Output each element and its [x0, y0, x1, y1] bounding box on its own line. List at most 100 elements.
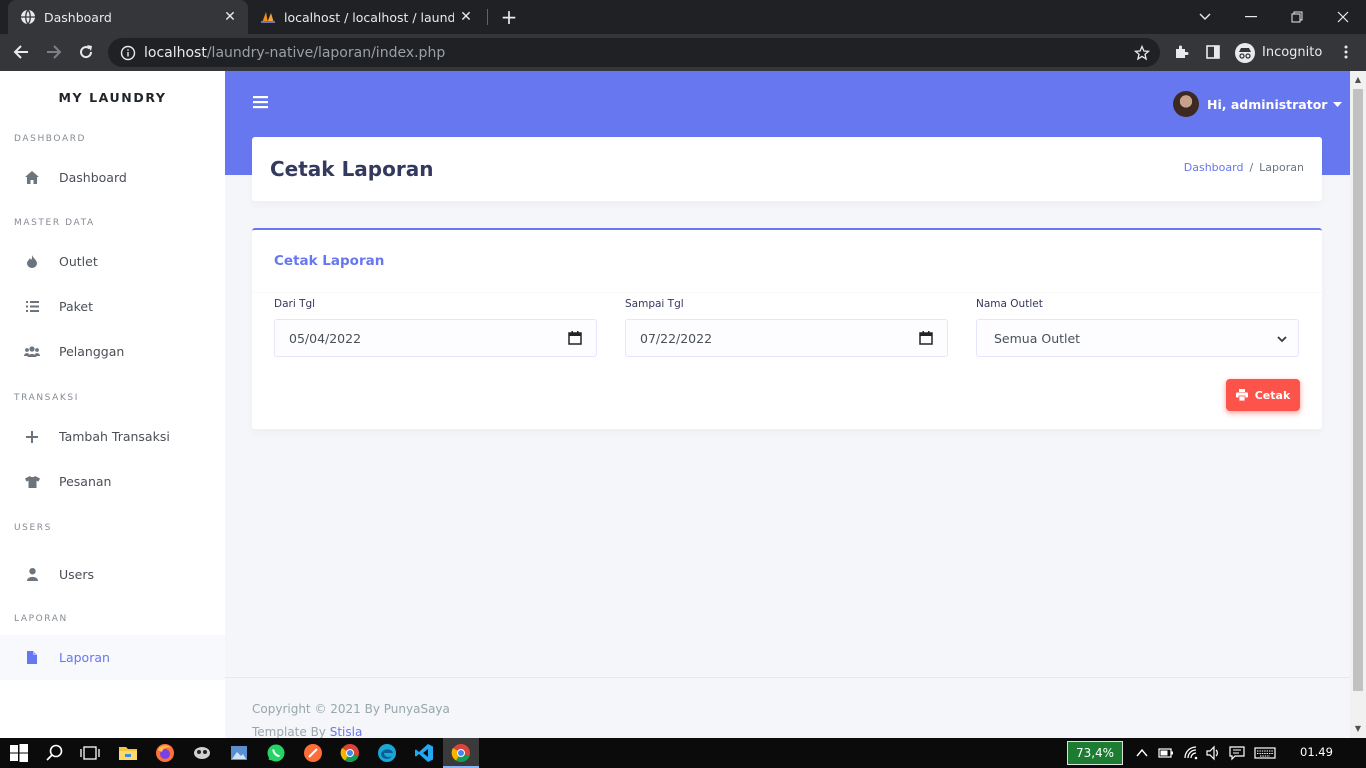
sidebar-item-label: Laporan	[59, 650, 110, 665]
stisla-link[interactable]: Stisla	[330, 725, 363, 738]
chat-bubble-icon[interactable]	[1229, 745, 1245, 761]
restore-button[interactable]	[1274, 0, 1320, 34]
app-mask-icon[interactable]	[192, 743, 212, 763]
print-label: Cetak	[1254, 388, 1291, 402]
footer: Copyright © 2021 By PunyaSaya Template B…	[225, 677, 1350, 738]
vscode-icon[interactable]	[414, 743, 434, 763]
sidebar-item-users[interactable]: Users	[0, 552, 225, 597]
user-dropdown[interactable]: Hi, administrator	[1173, 91, 1343, 117]
star-icon[interactable]	[1134, 45, 1150, 61]
file-icon	[24, 650, 40, 666]
minimize-button[interactable]	[1228, 0, 1274, 34]
image-viewer-icon[interactable]	[229, 743, 249, 763]
reload-button[interactable]	[73, 39, 99, 65]
footer-copyright: Copyright © 2021 By PunyaSaya	[252, 702, 450, 716]
sidebar-item-dashboard[interactable]: Dashboard	[0, 155, 225, 200]
calendar-icon[interactable]	[568, 331, 582, 345]
edge-icon[interactable]	[377, 743, 397, 763]
taskbar: 73,4% 01.49	[0, 738, 1366, 768]
sidebar-item-pelanggan[interactable]: Pelanggan	[0, 329, 225, 374]
caret-down-icon	[1333, 101, 1343, 107]
from-date-group: Dari Tgl 05/04/2022	[274, 295, 597, 357]
scroll-up-arrow-icon[interactable]: ▲	[1354, 76, 1362, 84]
breadcrumb-dashboard-link[interactable]: Dashboard	[1184, 161, 1244, 174]
menu-header-laporan: LAPORAN	[14, 614, 68, 624]
to-date-value: 07/22/2022	[640, 330, 713, 346]
info-icon[interactable]	[120, 45, 136, 61]
avatar	[1173, 91, 1199, 117]
page-scrollbar[interactable]: ▲ ▼	[1350, 71, 1366, 738]
breadcrumb: Dashboard / Laporan	[1184, 161, 1304, 174]
outlet-selected-value: Semua Outlet	[994, 330, 1081, 346]
tab-dashboard[interactable]: Dashboard ✕	[8, 0, 248, 34]
tab-phpmyadmin[interactable]: localhost / localhost / laundry-na ✕	[250, 0, 484, 34]
firefox-icon[interactable]	[155, 743, 175, 763]
postman-icon[interactable]	[303, 743, 323, 763]
new-tab-button[interactable]: +	[498, 6, 520, 28]
list-icon	[24, 299, 40, 315]
menu-header-master-data: MASTER DATA	[14, 218, 95, 228]
taskbar-clock[interactable]: 01.49	[1300, 745, 1333, 759]
taskbar-chrome-active[interactable]	[443, 738, 479, 768]
battery-monitor[interactable]: 73,4%	[1067, 741, 1123, 765]
incognito-indicator[interactable]: Incognito	[1234, 38, 1322, 67]
sidebar-item-outlet[interactable]: Outlet	[0, 239, 225, 284]
address-bar[interactable]: localhost/laundry-native/laporan/index.p…	[108, 38, 1160, 67]
sidebar-item-paket[interactable]: Paket	[0, 284, 225, 329]
back-button[interactable]	[8, 39, 34, 65]
to-date-label: Sampai Tgl	[625, 298, 684, 310]
print-button[interactable]: Cetak	[1226, 379, 1300, 411]
incognito-icon	[1235, 42, 1255, 63]
close-icon[interactable]: ✕	[458, 9, 474, 25]
volume-icon[interactable]	[1205, 745, 1221, 761]
wifi-icon[interactable]	[1183, 745, 1199, 761]
to-date-group: Sampai Tgl 07/22/2022	[625, 295, 948, 357]
tab-search-chevron-icon[interactable]	[1182, 0, 1228, 34]
breadcrumb-current: Laporan	[1259, 161, 1304, 174]
close-icon[interactable]: ✕	[222, 9, 238, 25]
from-date-input[interactable]: 05/04/2022	[274, 319, 597, 357]
scrollbar-thumb[interactable]	[1353, 89, 1363, 691]
hamburger-menu-icon[interactable]	[252, 93, 270, 111]
search-icon[interactable]	[45, 743, 65, 763]
extensions-icon[interactable]	[1168, 39, 1194, 65]
sidebar-item-label: Paket	[59, 299, 94, 314]
footer-template-prefix: Template By	[252, 725, 330, 738]
file-explorer-icon[interactable]	[118, 743, 138, 763]
windows-start-icon[interactable]	[9, 743, 29, 763]
user-icon	[24, 567, 40, 583]
chevron-up-icon[interactable]	[1134, 745, 1150, 761]
outlet-select[interactable]: Semua Outlet	[976, 319, 1299, 357]
menu-header-transaksi: TRANSAKSI	[14, 393, 79, 403]
chrome-icon[interactable]	[340, 743, 360, 763]
forward-button[interactable]	[41, 39, 67, 65]
sidebar-brand[interactable]: MY LAUNDRY	[0, 71, 225, 123]
page-viewport: MY LAUNDRY DASHBOARD Dashboard MASTER DA…	[0, 71, 1366, 738]
calendar-icon[interactable]	[919, 331, 933, 345]
home-icon	[24, 170, 40, 186]
window-close-button[interactable]	[1320, 0, 1366, 34]
kebab-menu-icon[interactable]	[1333, 39, 1359, 65]
menu-header-users: USERS	[14, 523, 52, 533]
browser-toolbar: localhost/laundry-native/laporan/index.p…	[0, 34, 1366, 71]
sidebar-item-pesanan[interactable]: Pesanan	[0, 459, 225, 504]
tab-divider	[487, 9, 488, 25]
task-view-icon[interactable]	[80, 743, 100, 763]
globe-icon	[21, 9, 35, 25]
side-panel-icon[interactable]	[1200, 39, 1226, 65]
outlet-group: Nama Outlet Semua Outlet	[976, 295, 1299, 357]
scroll-down-arrow-icon[interactable]: ▼	[1354, 725, 1362, 733]
tab-title: localhost / localhost / laundry-na	[284, 9, 454, 25]
report-card: Cetak Laporan Dari Tgl 05/04/2022 Sampai…	[252, 228, 1322, 429]
section-header: Cetak Laporan Dashboard / Laporan	[252, 137, 1322, 201]
sidebar-item-tambah-transaksi[interactable]: Tambah Transaksi	[0, 414, 225, 459]
chrome-icon	[451, 744, 470, 763]
sidebar-item-label: Pesanan	[59, 474, 112, 489]
sidebar-item-laporan[interactable]: Laporan	[0, 635, 225, 680]
keyboard-icon[interactable]	[1254, 745, 1276, 761]
battery-icon[interactable]	[1158, 745, 1174, 761]
footer-template: Template By Stisla	[252, 721, 1350, 738]
whatsapp-icon[interactable]	[266, 743, 286, 763]
fire-icon	[24, 254, 40, 270]
to-date-input[interactable]: 07/22/2022	[625, 319, 948, 357]
